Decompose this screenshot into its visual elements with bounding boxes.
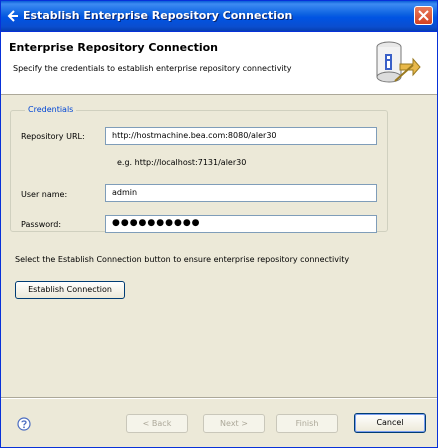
credentials-group-label: Credentials (25, 105, 77, 114)
username-input[interactable]: admin (105, 184, 377, 202)
next-button[interactable]: Next > (203, 414, 265, 433)
finish-button[interactable]: Finish (276, 414, 338, 433)
window-title: Establish Enterprise Repository Connecti… (23, 9, 293, 22)
repository-url-example: e.g. http://localhost:7131/aler30 (117, 158, 247, 167)
title-bar[interactable]: Establish Enterprise Repository Connecti… (1, 1, 437, 32)
banner-description: Specify the credentials to establish ent… (13, 64, 292, 73)
establish-connection-button[interactable]: Establish Connection (15, 281, 125, 299)
close-button[interactable] (414, 6, 433, 25)
username-label: User name: (21, 190, 68, 199)
banner-title: Enterprise Repository Connection (9, 41, 219, 54)
repository-url-input[interactable]: http://hostmachine.bea.com:8080/aler30 (105, 127, 377, 145)
content-area: Credentials Repository URL: http://hostm… (1, 95, 437, 397)
password-input[interactable]: ●●●●●●●●●● (105, 215, 377, 233)
repository-url-label: Repository URL: (21, 132, 85, 141)
footer-separator (1, 397, 437, 399)
window-icon (7, 10, 19, 22)
cancel-button[interactable]: Cancel (354, 413, 426, 433)
password-label: Password: (21, 220, 62, 229)
connection-info-text: Select the Establish Connection button t… (15, 255, 350, 264)
back-button[interactable]: < Back (126, 414, 188, 433)
help-icon[interactable] (17, 417, 31, 433)
repository-database-icon (373, 39, 423, 89)
dialog-window: Establish Enterprise Repository Connecti… (0, 0, 438, 448)
header-banner: Enterprise Repository Connection Specify… (1, 32, 437, 95)
